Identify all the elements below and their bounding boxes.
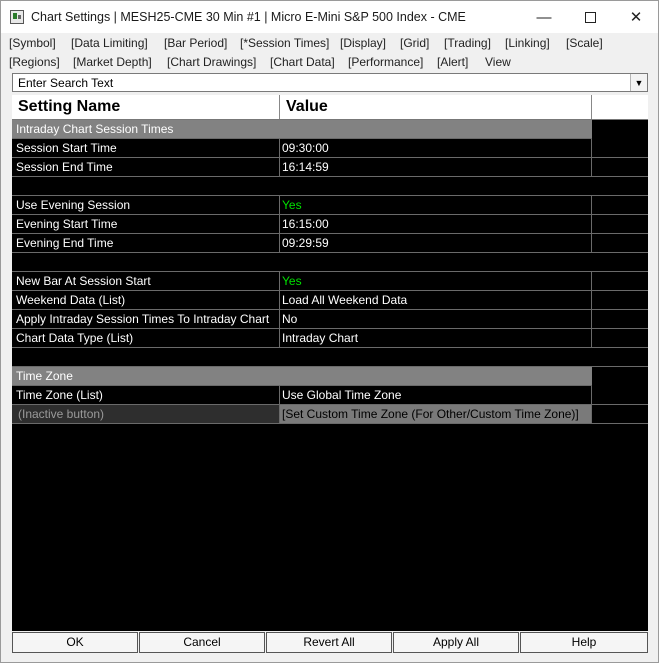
header-value[interactable]: Value (280, 95, 592, 119)
header-setting-name[interactable]: Setting Name (12, 95, 280, 119)
menu-session-times[interactable]: [*Session Times] (240, 36, 329, 50)
table-row[interactable]: Chart Data Type (List) Intraday Chart (12, 329, 648, 348)
menu-linking[interactable]: [Linking] (505, 36, 550, 50)
setting-name: Time Zone (List) (12, 386, 280, 405)
menu-trading[interactable]: [Trading] (444, 36, 491, 50)
setting-value[interactable]: No (280, 310, 592, 329)
setting-name: Apply Intraday Session Times To Intraday… (12, 310, 280, 329)
menu-data-limiting[interactable]: [Data Limiting] (71, 36, 148, 50)
title-bar[interactable]: Chart Settings | MESH25-CME 30 Min #1 | … (1, 1, 658, 33)
search-dropdown-button[interactable]: ▼ (630, 74, 647, 91)
inactive-button-label: (Inactive button) (12, 405, 280, 424)
blank-row (12, 348, 648, 367)
ok-button[interactable]: OK (12, 632, 138, 653)
revert-all-button[interactable]: Revert All (266, 632, 392, 653)
menu-market-depth[interactable]: [Market Depth] (73, 55, 152, 69)
menu-performance[interactable]: [Performance] (348, 55, 423, 69)
setting-value[interactable]: 16:15:00 (280, 215, 592, 234)
grid-header: Setting Name Value (12, 95, 648, 120)
settings-grid: Setting Name Value Intraday Chart Sessio… (12, 95, 648, 631)
close-button[interactable]: ✕ (613, 1, 659, 33)
maximize-icon (584, 11, 596, 23)
setting-value[interactable]: 09:29:59 (280, 234, 592, 253)
close-icon: ✕ (629, 9, 643, 26)
table-row[interactable]: Use Evening Session Yes (12, 196, 648, 215)
window-title: Chart Settings | MESH25-CME 30 Min #1 | … (31, 10, 466, 24)
setting-name: New Bar At Session Start (12, 272, 280, 291)
setting-value[interactable]: Load All Weekend Data (280, 291, 592, 310)
section-intraday-session-times: Intraday Chart Session Times (12, 120, 592, 139)
table-row[interactable]: Session End Time 16:14:59 (12, 158, 648, 177)
table-row[interactable]: Weekend Data (List) Load All Weekend Dat… (12, 291, 648, 310)
setting-name: Session End Time (12, 158, 280, 177)
search-input[interactable]: Enter Search Text ▼ (12, 73, 648, 92)
table-row[interactable]: (Inactive button) [Set Custom Time Zone … (12, 405, 648, 424)
section-time-zone: Time Zone (12, 367, 592, 386)
chart-settings-window: Chart Settings | MESH25-CME 30 Min #1 | … (0, 0, 659, 663)
setting-name: Chart Data Type (List) (12, 329, 280, 348)
maximize-button[interactable] (567, 1, 613, 33)
table-row[interactable]: Evening End Time 09:29:59 (12, 234, 648, 253)
table-row[interactable]: Evening Start Time 16:15:00 (12, 215, 648, 234)
apply-all-button[interactable]: Apply All (393, 632, 519, 653)
menu-bar-row-1: [Symbol] [Data Limiting] [Bar Period] [*… (9, 36, 649, 52)
dialog-button-bar: OK Cancel Revert All Apply All Help (12, 632, 648, 653)
menu-chart-data[interactable]: [Chart Data] (270, 55, 335, 69)
table-row[interactable]: New Bar At Session Start Yes (12, 272, 648, 291)
menu-grid[interactable]: [Grid] (400, 36, 429, 50)
setting-name: Evening Start Time (12, 215, 280, 234)
app-icon (10, 10, 24, 24)
menu-view[interactable]: View (485, 55, 511, 69)
table-row[interactable]: Apply Intraday Session Times To Intraday… (12, 310, 648, 329)
menu-bar-row-2: [Regions] [Market Depth] [Chart Drawings… (9, 55, 649, 71)
cancel-button[interactable]: Cancel (139, 632, 265, 653)
menu-alert[interactable]: [Alert] (437, 55, 468, 69)
setting-value[interactable]: Yes (280, 196, 592, 215)
menu-bar-period[interactable]: [Bar Period] (164, 36, 227, 50)
minimize-button[interactable]: — (521, 1, 567, 33)
help-button[interactable]: Help (520, 632, 648, 653)
blank-row (12, 177, 648, 196)
setting-value[interactable]: Use Global Time Zone (280, 386, 592, 405)
setting-name: Use Evening Session (12, 196, 280, 215)
menu-symbol[interactable]: [Symbol] (9, 36, 56, 50)
menu-scale[interactable]: [Scale] (566, 36, 603, 50)
setting-value[interactable]: Yes (280, 272, 592, 291)
setting-name: Evening End Time (12, 234, 280, 253)
search-placeholder: Enter Search Text (18, 76, 114, 90)
table-row[interactable]: Session Start Time 09:30:00 (12, 139, 648, 158)
menu-display[interactable]: [Display] (340, 36, 386, 50)
menu-regions[interactable]: [Regions] (9, 55, 60, 69)
setting-name: Session Start Time (12, 139, 280, 158)
table-row[interactable]: Time Zone (List) Use Global Time Zone (12, 386, 648, 405)
set-custom-time-zone-button[interactable]: [Set Custom Time Zone (For Other/Custom … (280, 405, 592, 424)
blank-row (12, 253, 648, 272)
chevron-down-icon: ▼ (634, 77, 644, 88)
minimize-icon: — (536, 8, 552, 26)
setting-value[interactable]: Intraday Chart (280, 329, 592, 348)
menu-chart-drawings[interactable]: [Chart Drawings] (167, 55, 256, 69)
setting-value[interactable]: 16:14:59 (280, 158, 592, 177)
setting-value[interactable]: 09:30:00 (280, 139, 592, 158)
setting-name: Weekend Data (List) (12, 291, 280, 310)
